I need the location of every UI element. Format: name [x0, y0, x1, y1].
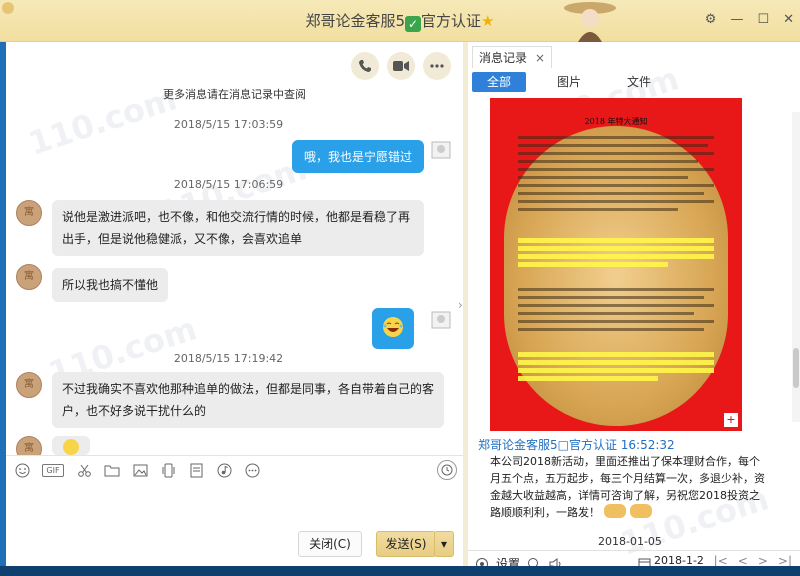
- handshake-icon: [604, 504, 626, 518]
- window-title-suffix: 官方认证: [421, 12, 482, 30]
- poster-text-line: [518, 328, 704, 331]
- more-options-button[interactable]: [423, 52, 451, 80]
- window-controls: ⚙ — ☐ ✕: [705, 12, 794, 27]
- chat-pane: 110.com 110.com 110.com 110.com 更多消息请在消息…: [6, 42, 463, 576]
- taskbar: [0, 566, 800, 576]
- message-bubble-incoming[interactable]: 所以我也搞不懂他: [52, 268, 169, 302]
- tab-images[interactable]: 图片: [542, 72, 596, 92]
- poster-emblem: [504, 126, 728, 426]
- close-button[interactable]: 关闭(C): [298, 531, 362, 557]
- input-toolbar: GIF: [6, 455, 463, 485]
- tab-label: 消息记录: [479, 51, 528, 65]
- maximize-button[interactable]: ☐: [757, 12, 769, 27]
- poster-text-line: [518, 184, 714, 187]
- poster-text-line: [518, 136, 714, 139]
- history-filter-tabs: 全部 图片 文件: [472, 72, 792, 94]
- laughing-face-icon: [383, 317, 403, 337]
- folder-icon[interactable]: [104, 463, 120, 479]
- poster-text-line: [518, 304, 714, 307]
- history-message-body: 本公司2018新活动，里面还推出了保本理财合作，每个月五个点，五万起步，每三个月…: [490, 455, 765, 519]
- title-bar: 郑哥论金客服5 ✓ 官方认证★ ⚙ — ☐ ✕: [0, 0, 800, 42]
- ellipsis-icon: [430, 64, 444, 68]
- send-button[interactable]: 发送(S): [376, 531, 436, 557]
- history-scrollbar[interactable]: [792, 112, 800, 422]
- history-message-text: 本公司2018新活动，里面还推出了保本理财合作，每个月五个点，五万起步，每三个月…: [490, 453, 770, 521]
- handshake-icon: [630, 504, 652, 518]
- poster-text-line: [518, 288, 714, 291]
- scissors-icon[interactable]: [76, 463, 92, 479]
- phone-icon: [359, 60, 371, 72]
- star-icon: ★: [481, 12, 495, 30]
- poster-text-line: [518, 168, 714, 171]
- poster-text-line: [518, 160, 698, 163]
- music-icon[interactable]: [216, 463, 232, 479]
- poster-text-line: [518, 192, 704, 195]
- my-avatar[interactable]: [430, 308, 452, 330]
- message-timestamp: 2018/5/15 17:03:59: [173, 118, 284, 131]
- message-bubble-incoming[interactable]: 说他是激进派吧，也不像，和他交流行情的时候，他都是看稳了再出手，但是说他稳健派，…: [52, 200, 424, 256]
- smile-icon[interactable]: [14, 463, 30, 479]
- minimize-button[interactable]: —: [730, 12, 743, 27]
- call-tools: [351, 52, 451, 80]
- window-title: 郑哥论金客服5 ✓ 官方认证★: [0, 10, 800, 32]
- poster-highlight-line: [518, 262, 668, 267]
- message-bubble-incoming[interactable]: 不过我确实不喜欢他那种追单的做法，但都是同事，各自带着自己的客户，也不好多说干扰…: [52, 372, 444, 428]
- my-avatar[interactable]: [430, 138, 452, 160]
- poster-text-line: [518, 208, 678, 211]
- tab-all[interactable]: 全部: [472, 72, 526, 92]
- notice-image[interactable]: 2018 年特大通知 +: [490, 98, 742, 431]
- message-input[interactable]: [6, 485, 463, 575]
- more-history-hint[interactable]: 更多消息请在消息记录中查阅: [6, 86, 463, 102]
- image-icon[interactable]: [132, 463, 148, 479]
- poster-title: 2018 年特大通知: [584, 117, 648, 126]
- send-options-dropdown[interactable]: ▾: [434, 531, 454, 557]
- poster-text-line: [518, 312, 694, 315]
- more-icon[interactable]: [244, 463, 260, 479]
- poster-text-line: [518, 296, 704, 299]
- poster-highlight-line: [518, 360, 714, 365]
- message-history-pane: 110.com 110.com 消息记录× 全部 图片 文件 2018 年特大通…: [468, 42, 800, 576]
- poster-text-line: [518, 144, 708, 147]
- window-title-name: 郑哥论金客服5: [305, 12, 406, 30]
- contact-avatar[interactable]: 寓: [16, 372, 42, 398]
- contact-avatar[interactable]: 寓: [16, 264, 42, 290]
- gif-icon[interactable]: GIF: [42, 464, 64, 477]
- scrollbar-thumb[interactable]: [793, 348, 799, 388]
- close-tab-icon[interactable]: ×: [535, 51, 545, 65]
- message-bubble-incoming[interactable]: [52, 436, 90, 455]
- message-timestamp: 2018/5/15 17:19:42: [173, 352, 284, 365]
- close-window-button[interactable]: ✕: [783, 12, 794, 27]
- history-date-separator: 2018-01-05: [598, 535, 662, 548]
- message-bubble-outgoing[interactable]: [372, 308, 414, 349]
- tab-files[interactable]: 文件: [612, 72, 666, 92]
- poster-text-line: [518, 152, 714, 155]
- poster-highlight-line: [518, 352, 714, 357]
- video-call-button[interactable]: [387, 52, 415, 80]
- poster-text-line: [518, 200, 714, 203]
- poster-text-line: [518, 320, 714, 323]
- smiling-face-icon: [63, 439, 79, 455]
- shake-icon[interactable]: [160, 463, 176, 479]
- phone-call-button[interactable]: [351, 52, 379, 80]
- poster-highlight-line: [518, 238, 714, 243]
- contact-avatar[interactable]: 寓: [16, 200, 42, 226]
- settings-icon[interactable]: ⚙: [705, 12, 717, 27]
- tab-message-history[interactable]: 消息记录 ×: [472, 46, 553, 68]
- document-icon[interactable]: [188, 463, 204, 479]
- zoom-in-icon[interactable]: +: [724, 413, 738, 427]
- verified-check-icon: ✓: [405, 16, 422, 32]
- poster-highlight-line: [518, 376, 658, 381]
- poster-highlight-line: [518, 368, 714, 373]
- message-history-clock-icon[interactable]: [437, 460, 457, 480]
- message-bubble-outgoing[interactable]: 哦，我也是宁愿错过: [292, 140, 425, 173]
- message-timestamp: 2018/5/15 17:06:59: [173, 178, 284, 191]
- video-camera-icon: [393, 61, 409, 71]
- poster-text-line: [518, 176, 688, 179]
- poster-highlight-line: [518, 246, 714, 251]
- girl-illustration-icon: [564, 2, 616, 42]
- poster-highlight-line: [518, 254, 714, 259]
- history-sender: 郑哥论金客服5□官方认证 16:52:32: [478, 438, 675, 452]
